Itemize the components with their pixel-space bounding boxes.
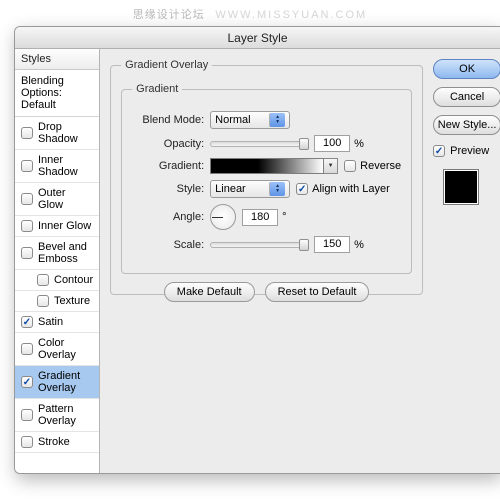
angle-value[interactable]: 180 [242, 209, 278, 226]
chevron-updown-icon [269, 113, 285, 127]
sidebar-item-label: Inner Glow [38, 220, 91, 232]
sidebar-checkbox[interactable] [21, 193, 33, 205]
reverse-checkbox[interactable] [344, 160, 356, 172]
sidebar-blending-options[interactable]: Blending Options: Default [15, 70, 99, 117]
scale-thumb[interactable] [299, 239, 309, 251]
gradient-dropdown-icon[interactable] [324, 158, 338, 174]
angle-label: Angle: [132, 211, 204, 223]
sidebar-item-bevel-and-emboss[interactable]: Bevel and Emboss [15, 237, 99, 270]
cancel-button[interactable]: Cancel [433, 87, 500, 107]
sidebar-item-inner-glow[interactable]: Inner Glow [15, 216, 99, 237]
sidebar-item-label: Pattern Overlay [38, 403, 93, 427]
sidebar-checkbox[interactable] [21, 409, 33, 421]
sidebar-item-label: Drop Shadow [38, 121, 93, 145]
sidebar-item-pattern-overlay[interactable]: Pattern Overlay [15, 399, 99, 432]
sidebar-item-label: Bevel and Emboss [38, 241, 93, 265]
sidebar-header[interactable]: Styles [15, 49, 99, 70]
gradient-label: Gradient: [132, 160, 204, 172]
sidebar-checkbox[interactable] [21, 220, 33, 232]
opacity-value[interactable]: 100 [314, 135, 350, 152]
sidebar-item-outer-glow[interactable]: Outer Glow [15, 183, 99, 216]
sidebar-item-texture[interactable]: Texture [15, 291, 99, 312]
sidebar-checkbox[interactable] [21, 247, 33, 259]
sidebar-checkbox[interactable] [21, 160, 33, 172]
angle-dial[interactable] [210, 204, 236, 230]
sidebar-item-inner-shadow[interactable]: Inner Shadow [15, 150, 99, 183]
scale-unit: % [354, 239, 364, 251]
make-default-button[interactable]: Make Default [164, 282, 255, 302]
style-label: Style: [132, 183, 204, 195]
blend-mode-select[interactable]: Normal [210, 111, 290, 129]
sidebar-item-stroke[interactable]: Stroke [15, 432, 99, 453]
right-column: OK Cancel New Style... Preview [433, 59, 500, 473]
sidebar-item-label: Gradient Overlay [38, 370, 93, 394]
opacity-thumb[interactable] [299, 138, 309, 150]
ok-button[interactable]: OK [433, 59, 500, 79]
preview-checkbox[interactable] [433, 145, 445, 157]
sidebar-checkbox[interactable] [37, 274, 49, 286]
gradient-preview[interactable] [210, 158, 324, 174]
sidebar-item-label: Color Overlay [38, 337, 93, 361]
preview-swatch [443, 169, 479, 205]
opacity-label: Opacity: [132, 138, 204, 150]
sidebar-item-label: Satin [38, 316, 63, 328]
watermark-en: WWW.MISSYUAN.COM [215, 9, 367, 21]
scale-label: Scale: [132, 239, 204, 251]
new-style-button[interactable]: New Style... [433, 115, 500, 135]
align-checkbox[interactable] [296, 183, 308, 195]
sidebar-checkbox[interactable] [37, 295, 49, 307]
styles-sidebar: Styles Blending Options: Default Drop Sh… [15, 49, 100, 473]
reset-default-button[interactable]: Reset to Default [265, 282, 370, 302]
sidebar-item-label: Inner Shadow [38, 154, 93, 178]
style-select[interactable]: Linear [210, 180, 290, 198]
sidebar-item-label: Stroke [38, 436, 70, 448]
chevron-updown-icon [269, 182, 285, 196]
sidebar-item-drop-shadow[interactable]: Drop Shadow [15, 117, 99, 150]
reverse-label: Reverse [360, 160, 401, 172]
opacity-slider[interactable] [210, 141, 308, 147]
preview-label: Preview [450, 145, 489, 157]
gradient-group: Gradient Blend Mode: Normal Opacity: 100… [121, 83, 412, 274]
sidebar-item-satin[interactable]: Satin [15, 312, 99, 333]
window-title: Layer Style [15, 27, 500, 49]
sidebar-item-color-overlay[interactable]: Color Overlay [15, 333, 99, 366]
scale-value[interactable]: 150 [314, 236, 350, 253]
gradient-overlay-legend: Gradient Overlay [121, 59, 212, 71]
layer-style-window: Layer Style Styles Blending Options: Def… [14, 26, 500, 474]
sidebar-checkbox[interactable] [21, 127, 33, 139]
sidebar-checkbox[interactable] [21, 376, 33, 388]
sidebar-item-label: Contour [54, 274, 93, 286]
opacity-unit: % [354, 138, 364, 150]
gradient-legend: Gradient [132, 83, 182, 95]
sidebar-item-label: Texture [54, 295, 90, 307]
sidebar-checkbox[interactable] [21, 316, 33, 328]
scale-slider[interactable] [210, 242, 308, 248]
sidebar-checkbox[interactable] [21, 343, 33, 355]
blend-mode-label: Blend Mode: [132, 114, 204, 126]
watermark-cn: 思缘设计论坛 [133, 9, 205, 21]
sidebar-item-label: Outer Glow [38, 187, 93, 211]
align-label: Align with Layer [312, 183, 390, 195]
sidebar-item-contour[interactable]: Contour [15, 270, 99, 291]
sidebar-item-gradient-overlay[interactable]: Gradient Overlay [15, 366, 99, 399]
blend-mode-value: Normal [215, 114, 265, 126]
angle-unit: ° [282, 211, 286, 223]
gradient-overlay-group: Gradient Overlay Gradient Blend Mode: No… [110, 59, 423, 295]
sidebar-checkbox[interactable] [21, 436, 33, 448]
style-value: Linear [215, 183, 265, 195]
watermark: 思缘设计论坛 WWW.MISSYUAN.COM [0, 6, 500, 22]
